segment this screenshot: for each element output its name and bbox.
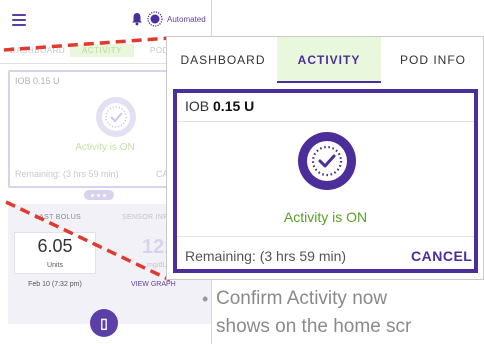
- callout-line-bottom: [5, 200, 171, 282]
- remaining-time-text: Remaining: (3 hrs 59 min): [185, 248, 347, 264]
- iob-text: IOB 0.15 U: [185, 98, 255, 114]
- instruction-caption: • Confirm Activity now shows on the home…: [202, 286, 484, 344]
- cancel-button[interactable]: CANCEL: [411, 248, 472, 264]
- activity-status: Activity is ON: [283, 209, 368, 225]
- caption-line-1: Confirm Activity now: [216, 288, 388, 309]
- divider: [177, 236, 474, 237]
- iob-value: 0.15 U: [213, 98, 255, 114]
- callout-line-top: [3, 36, 171, 52]
- activity-card: IOB 0.15 U Activity is ON Remaining: (3 …: [173, 89, 478, 273]
- zoomed-activity-panel: DASHBOARD ACTIVITY POD INFO IOB 0.15 U A…: [166, 36, 484, 280]
- caption-line-2: shows on the home scr: [216, 316, 412, 337]
- divider: [177, 121, 474, 122]
- tab-activity[interactable]: ACTIVITY: [277, 37, 381, 83]
- tab-pod-info[interactable]: POD INFO: [387, 37, 479, 83]
- zoom-tab-bar: DASHBOARD ACTIVITY POD INFO: [167, 37, 483, 83]
- bullet: •: [202, 289, 209, 309]
- tab-dashboard[interactable]: DASHBOARD: [173, 37, 273, 83]
- activity-check-icon: [298, 132, 356, 190]
